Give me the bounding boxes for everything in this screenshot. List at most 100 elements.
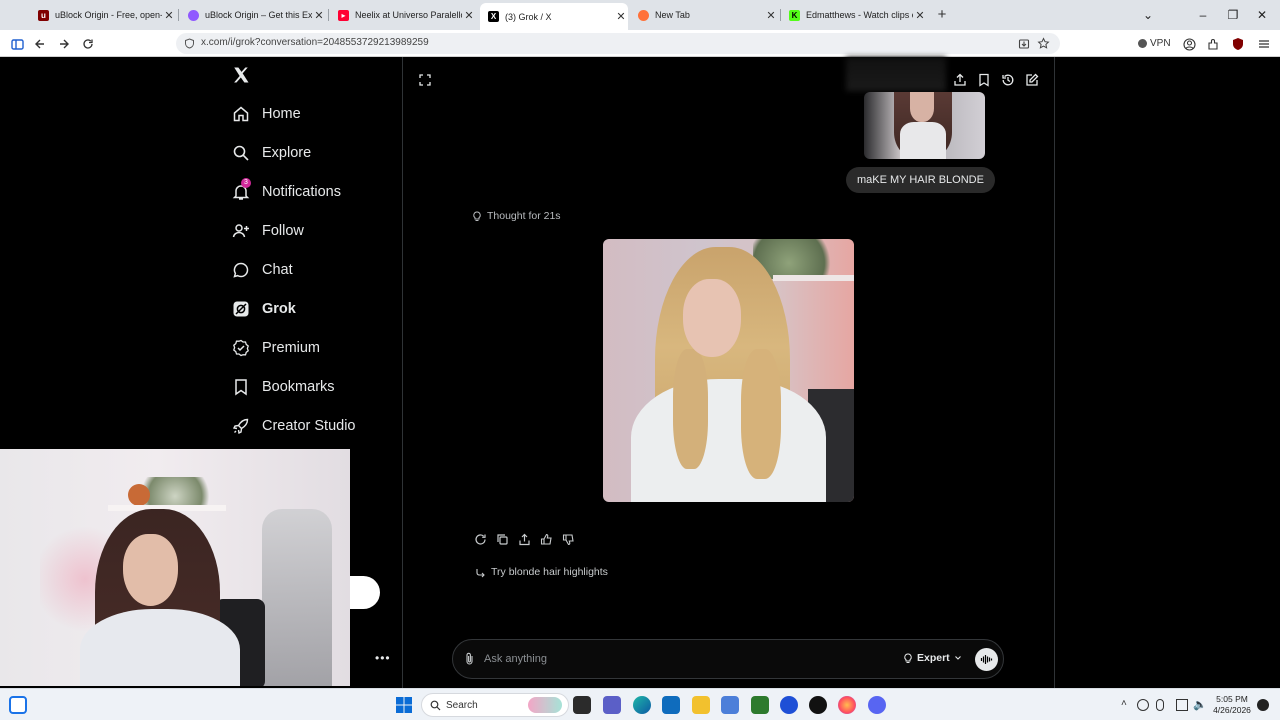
chevron-up-icon[interactable]: ˄ [1121,698,1127,709]
extensions-icon[interactable] [1204,35,1222,53]
nav-item-creator-studio[interactable]: Creator Studio [232,413,356,439]
reload-icon[interactable] [79,35,97,53]
edge-icon[interactable] [633,696,651,714]
nav-item-premium[interactable]: Premium [232,335,320,361]
sidebar-toggle-icon[interactable] [8,35,26,53]
thumbs-up-icon[interactable] [540,533,553,546]
nav-item-home[interactable]: Home [232,101,301,127]
webcam-overlay [0,449,350,686]
bookmark-star-icon[interactable] [1037,37,1050,50]
close-tab-icon[interactable]: ✕ [764,9,778,22]
tab-list-chevron-icon[interactable]: ⌄ [1139,6,1157,24]
logitech-icon[interactable] [809,696,827,714]
waveform-icon [980,655,993,664]
close-tab-icon[interactable]: ✕ [614,10,628,23]
teams-icon[interactable] [603,696,621,714]
ask-input[interactable]: Ask anything [484,653,547,665]
microphone-icon[interactable] [1156,699,1164,711]
start-button[interactable] [395,696,413,714]
x-logo-icon[interactable] [232,66,250,84]
firefox-taskbar-icon[interactable] [838,696,856,714]
firefox-addon-icon [188,9,199,21]
rocket-icon [232,417,250,435]
forward-icon[interactable] [55,35,73,53]
floating-popup-edge [346,576,380,609]
notification-count-badge: 3 [241,178,251,188]
mode-selector[interactable]: Expert [903,652,962,664]
copy-icon[interactable] [496,533,509,546]
browser-tab-ublock-addon[interactable]: uBlock Origin – Get this Extensi ✕ [180,3,326,27]
notification-center-icon[interactable] [1257,699,1269,711]
thumbs-down-icon[interactable] [562,533,575,546]
nav-item-chat[interactable]: Chat [232,257,293,283]
follow-up-arrow-icon [476,568,485,577]
restore-button[interactable]: ❐ [1224,6,1242,24]
browser-toolbar: x.com/i/grok?conversation=20485537292139… [0,30,1280,57]
generated-image[interactable] [603,239,854,502]
ea-app-icon[interactable] [780,696,798,714]
kick-icon: K [789,9,800,21]
vpn-button[interactable]: VPN [1138,38,1171,49]
person-add-icon [232,222,250,240]
thought-duration[interactable]: Thought for 21s [472,210,561,222]
install-app-icon[interactable] [1018,38,1030,50]
app-icon[interactable] [751,696,769,714]
share-response-icon[interactable] [518,533,531,546]
discord-icon[interactable] [868,696,886,714]
site-info-icon[interactable] [184,38,195,49]
bookmark-conversation-icon[interactable] [977,73,991,87]
browser-tab-ublock[interactable]: u uBlock Origin - Free, open-sour ✕ [30,3,176,27]
ask-composer[interactable]: Ask anything Expert [452,639,1004,679]
nav-item-bookmarks[interactable]: Bookmarks [232,374,335,400]
system-clock[interactable]: 5:05 PM 4/26/2026 [1212,694,1252,716]
close-tab-icon[interactable]: ✕ [162,9,176,22]
nav-item-notifications[interactable]: 3 Notifications [232,178,341,205]
scrolled-image-edge [846,57,946,91]
more-options-icon[interactable]: ••• [375,651,391,665]
browser-tab-youtube[interactable]: ▸ Neelix at Universo Paralello - Yo ✕ [330,3,476,27]
folder-icon[interactable] [692,696,710,714]
back-icon[interactable] [31,35,49,53]
history-icon[interactable] [1001,73,1015,87]
new-tab-button[interactable]: + [934,7,950,23]
share-icon[interactable] [953,73,967,87]
menu-icon[interactable] [1255,35,1273,53]
file-manager-icon[interactable] [573,696,591,714]
expand-icon[interactable] [418,73,432,87]
browser-tab-kick[interactable]: K Edmatthews - Watch clips on Ki ✕ [781,3,927,27]
network-app-icon[interactable] [721,696,739,714]
bell-icon: 3 [232,178,251,201]
close-tab-icon[interactable]: ✕ [913,9,927,22]
x-icon: X [488,11,499,22]
nav-item-follow[interactable]: Follow [232,218,304,244]
nav-item-explore[interactable]: Explore [232,140,311,166]
task-view-icon[interactable] [9,696,27,714]
store-icon[interactable] [662,696,680,714]
address-bar[interactable]: x.com/i/grok?conversation=20485537292139… [176,33,1060,54]
ublock-extension-icon[interactable] [1229,35,1247,53]
grok-icon [232,300,250,318]
user-uploaded-image[interactable] [864,92,985,159]
close-window-button[interactable]: ✕ [1253,6,1271,24]
browser-tab-new[interactable]: New Tab ✕ [630,3,778,27]
home-icon [232,105,250,123]
nav-item-grok[interactable]: Grok [232,296,296,322]
attach-icon[interactable] [464,652,475,666]
user-message-bubble: maKE MY HAIR BLONDE [846,167,995,193]
chevron-down-icon [954,656,961,660]
network-icon[interactable] [1176,699,1188,711]
close-tab-icon[interactable]: ✕ [312,9,326,22]
bookmark-icon [232,378,250,396]
volume-icon[interactable]: 🔈 [1193,699,1207,711]
account-icon[interactable] [1180,35,1198,53]
minimize-button[interactable]: – [1194,6,1212,24]
close-tab-icon[interactable]: ✕ [462,9,476,22]
regenerate-icon[interactable] [474,533,487,546]
new-chat-icon[interactable] [1025,73,1039,87]
voice-mode-button[interactable] [975,648,998,671]
taskbar-search[interactable]: Search [421,693,569,717]
follow-up-suggestion[interactable]: Try blonde hair highlights [475,566,608,578]
browser-tab-grok[interactable]: X (3) Grok / X ✕ [480,3,628,30]
sync-icon[interactable] [1137,699,1149,711]
url-text[interactable]: x.com/i/grok?conversation=20485537292139… [201,37,429,48]
